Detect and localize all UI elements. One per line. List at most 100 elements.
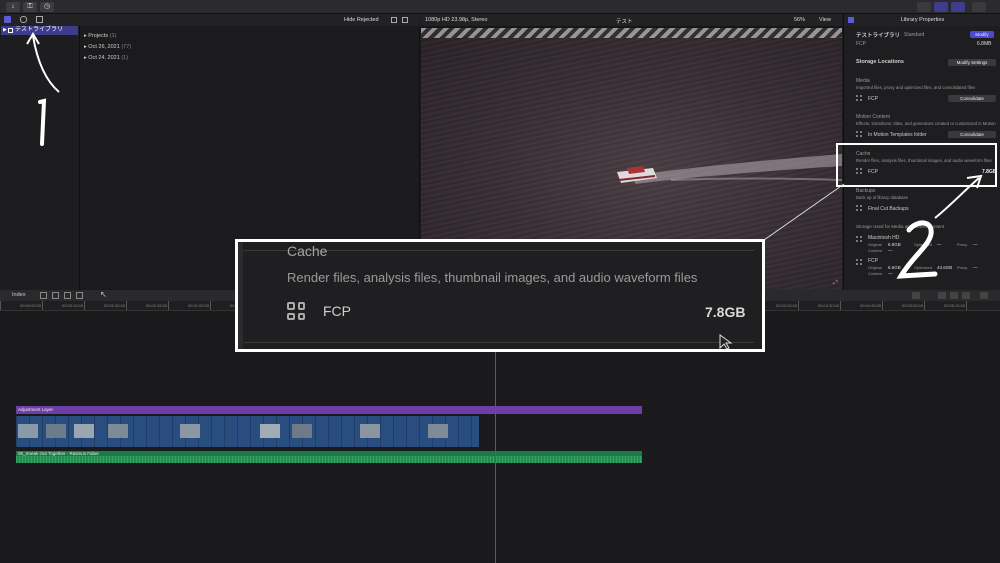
timecode-label: 00:04:15:00 (776, 303, 798, 308)
titles-tab-icon[interactable] (36, 16, 43, 23)
audio-waveform (16, 456, 642, 463)
adjustment-layer-clip[interactable]: Adjustment Layer (16, 406, 642, 414)
primary-storyline-clips[interactable] (16, 416, 479, 447)
layout-browser-icon[interactable] (917, 2, 931, 12)
libraries-tab-icon[interactable] (4, 16, 11, 23)
layout-inspector-icon[interactable] (951, 2, 965, 12)
background-tasks-icon[interactable]: ◷ (40, 2, 54, 12)
library-size: 6.8MB (977, 41, 992, 47)
disk-name: FCP (868, 258, 878, 264)
insert-clip-icon[interactable] (52, 292, 59, 299)
storage-icon (856, 131, 862, 137)
audio-skimming-icon[interactable] (938, 292, 946, 299)
content-label: Content (868, 248, 883, 253)
keywords-icon[interactable]: ⚿ (23, 2, 37, 12)
inspector-title: Library Properties (900, 17, 945, 23)
timecode-label: 00:04:45:00 (860, 303, 882, 308)
library-location: FCP (856, 41, 866, 47)
modify-button[interactable]: Modify (970, 31, 994, 38)
storage-icon (287, 302, 305, 320)
import-icon[interactable]: ↓ (6, 2, 20, 12)
zoom-connector-line (763, 183, 845, 241)
timecode-label: 00:00:00:00 (20, 303, 42, 308)
zoom-cache-description: Render files, analysis files, thumbnail … (287, 270, 698, 285)
storage-icon (856, 95, 862, 101)
content-value: — (888, 248, 893, 253)
clip-thumbnail (360, 424, 380, 438)
filmstrip-view-icon[interactable] (391, 17, 397, 23)
timecode-label: 00:00:30:00 (104, 303, 126, 308)
clip-thumbnail (108, 424, 128, 438)
clip-thumbnail (18, 424, 38, 438)
zoom-cache-heading: Cache (287, 243, 328, 259)
title-safe-overlay (421, 28, 842, 38)
timeline-index-button[interactable]: Index (12, 292, 25, 298)
libraries-header (0, 14, 80, 26)
clip-thumbnail (46, 424, 66, 438)
library-icon (8, 28, 13, 33)
solo-icon[interactable] (950, 292, 958, 299)
clip-thumbnail (260, 424, 280, 438)
skimming-icon[interactable] (912, 292, 920, 299)
browser-header: Hide Rejected (80, 14, 420, 26)
view-dropdown[interactable]: View (819, 17, 831, 23)
layout-timeline-icon[interactable] (934, 2, 948, 12)
event-item[interactable]: ▸ Oct 26, 2021 (77) (84, 44, 131, 50)
zoom-dropdown[interactable]: 56% (794, 17, 805, 23)
mouse-cursor-icon (719, 334, 733, 350)
clip-filter-dropdown[interactable]: Hide Rejected (344, 17, 379, 23)
photos-tab-icon[interactable] (20, 16, 27, 23)
timecode-label: 00:00:15:00 (62, 303, 84, 308)
motion-content-description: Effects, transitions, titles, and genera… (856, 121, 996, 126)
media-heading: Media (856, 78, 870, 84)
audio-clip[interactable]: 05_Sneak Out Together - Rasmus Faber (16, 451, 642, 463)
connect-clip-icon[interactable] (64, 292, 71, 299)
annotation-arrow-1 (26, 32, 60, 146)
clip-thumbnail (292, 424, 312, 438)
modify-settings-button[interactable]: Modify Settings (948, 59, 996, 66)
storage-locations-heading: Storage Locations (856, 59, 904, 65)
fullscreen-icon[interactable]: ⤢ (833, 280, 838, 287)
overwrite-clip-icon[interactable] (76, 292, 83, 299)
clip-thumbnail (74, 424, 94, 438)
library-name-label: テストライブラリ (856, 33, 901, 39)
timecode-label: 00:01:00:00 (188, 303, 210, 308)
backups-heading: Backups (856, 188, 876, 194)
clip-thumbnail (428, 424, 448, 438)
media-location: FCP (868, 96, 878, 102)
viewer-header: 1080p HD 23.98p, Stereo テスト 56% View (421, 14, 842, 26)
original-label: Original (868, 242, 882, 247)
event-item[interactable]: ▸ Oct 24, 2021 (1) (84, 55, 128, 61)
timecode-label: 00:00:45:00 (146, 303, 168, 308)
select-tool-icon[interactable]: ↖ (100, 290, 107, 299)
append-clip-icon[interactable] (40, 292, 47, 299)
motion-content-location: In Motion Templates folder (868, 132, 927, 138)
timecode-label: 00:04:30:00 (818, 303, 840, 308)
annotation-arrow-2 (896, 174, 983, 279)
clip-thumbnail (180, 424, 200, 438)
project-title: テスト (616, 19, 633, 25)
media-description: Imported files, proxy and optimized file… (856, 85, 976, 90)
disclosure-triangle-icon[interactable]: ▶ (3, 26, 7, 35)
top-toolbar: ↓ ⚿ ◷ (0, 0, 1000, 14)
consolidate-motion-button[interactable]: Consolidate (948, 131, 996, 138)
content-label: Content (868, 271, 883, 276)
disk-icon (856, 236, 862, 242)
format-label: 1080p HD 23.98p, Stereo (425, 17, 488, 23)
snapping-icon[interactable] (962, 292, 970, 299)
content-value: — (888, 271, 893, 276)
disk-icon (856, 259, 862, 265)
inspector-header: Library Properties (844, 14, 1000, 26)
library-type: Standard (904, 32, 925, 38)
event-item[interactable]: ▸ Projects (1) (84, 33, 116, 39)
storage-icon (856, 205, 862, 211)
share-icon[interactable] (972, 2, 986, 12)
search-icon[interactable] (402, 17, 408, 23)
clip-appearance-icon[interactable] (980, 292, 988, 299)
zoom-cache-location: FCP (323, 303, 351, 319)
consolidate-media-button[interactable]: Consolidate (948, 95, 996, 102)
library-properties-icon[interactable] (848, 17, 854, 23)
timecode-label: 00:05:00:00 (902, 303, 924, 308)
timecode-label: 00:05:15:00 (944, 303, 966, 308)
zoom-cache-size: 7.8GB (705, 304, 746, 320)
